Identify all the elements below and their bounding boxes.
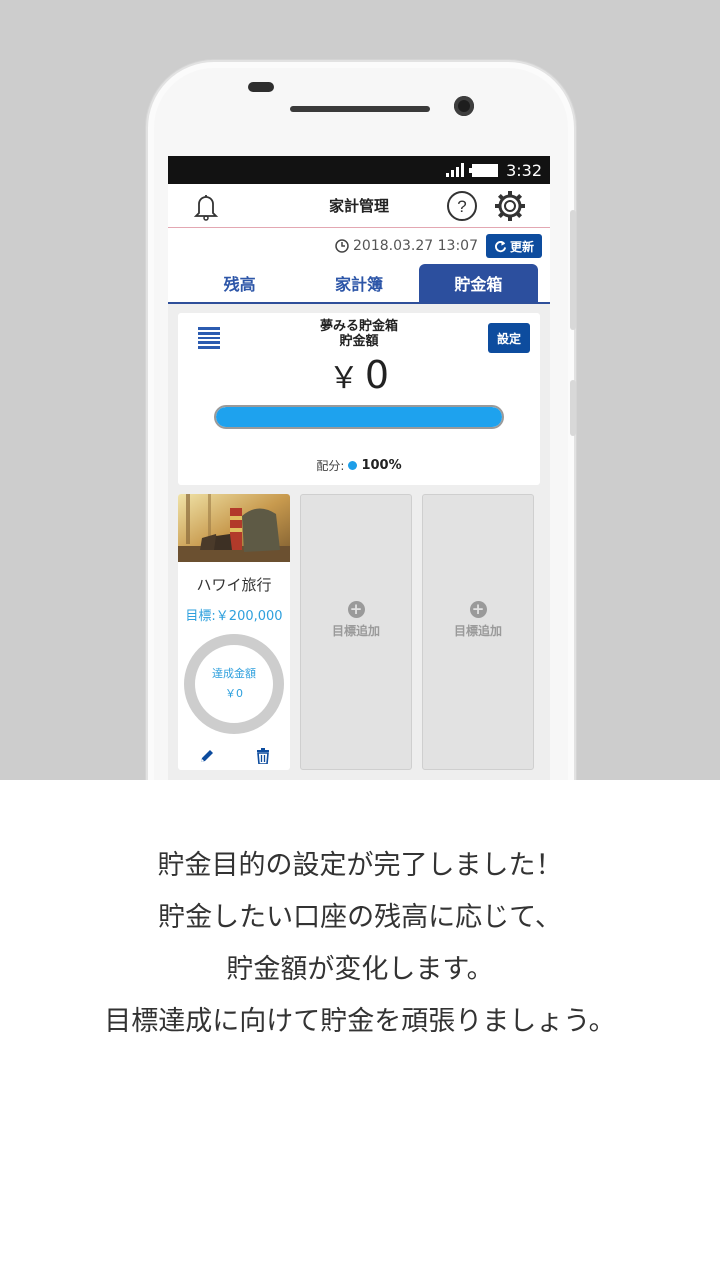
- refresh-icon: [495, 240, 507, 252]
- status-time: 3:32: [506, 160, 542, 180]
- device-backdrop: 3:32 家計管理 ? 2018.03.27 13:07 更新 残高 家計簿 貯…: [0, 0, 720, 780]
- savings-summary-card: 夢みる貯金箱 貯金額 設定 ￥ 0 配分: 100%: [178, 313, 540, 485]
- settings-button[interactable]: 設定: [488, 323, 530, 353]
- tab-bar: 残高 家計簿 貯金箱: [168, 264, 550, 304]
- currency-symbol: ￥: [328, 361, 359, 396]
- achieved-amount: ￥0: [225, 687, 243, 700]
- savings-amount-label: 貯金額: [339, 334, 379, 349]
- distribution-value: 100%: [361, 458, 402, 473]
- proximity-sensor: [248, 82, 274, 92]
- savings-box-title: 夢みる貯金箱: [319, 319, 398, 334]
- goal-target: 目標:￥200,000: [185, 609, 283, 624]
- svg-text:?: ?: [457, 197, 466, 216]
- savings-progress-bar: [214, 405, 504, 429]
- edit-pencil-icon[interactable]: [199, 748, 215, 764]
- goal-photo: [178, 494, 290, 562]
- volume-button: [570, 210, 576, 330]
- caption-line: 目標達成に向けて貯金を頑張りましょう。: [104, 1006, 616, 1037]
- front-camera-icon: [454, 96, 474, 116]
- tutorial-caption: 貯金目的の設定が完了しました！ 貯金したい口座の残高に応じて、 貯金額が変化しま…: [0, 840, 720, 1048]
- help-icon[interactable]: ?: [446, 190, 478, 222]
- goal-title: ハワイ旅行: [196, 576, 272, 594]
- clock-icon: [335, 239, 349, 253]
- add-goal-slot[interactable]: + 目標追加: [422, 494, 534, 770]
- power-button: [570, 380, 576, 436]
- last-updated-time: 2018.03.27 13:07: [353, 238, 478, 254]
- tab-balance[interactable]: 残高: [180, 264, 299, 302]
- refresh-button[interactable]: 更新: [485, 234, 542, 258]
- gear-icon[interactable]: [494, 190, 526, 222]
- add-goal-label: 目標追加: [331, 624, 380, 638]
- app-header: 家計管理 ?: [168, 184, 550, 228]
- distribution-row: 配分: 100%: [178, 457, 540, 474]
- add-goal-slot[interactable]: + 目標追加: [300, 494, 412, 770]
- caption-line: 貯金したい口座の残高に応じて、: [158, 902, 562, 933]
- add-goal-button[interactable]: + 目標追加: [301, 601, 411, 639]
- distribution-label: 配分:: [316, 459, 345, 473]
- distribution-dot-icon: [348, 461, 358, 470]
- trash-icon[interactable]: [256, 748, 270, 764]
- signal-icon: [446, 163, 465, 177]
- goal-list: ハワイ旅行 目標:￥200,000 達成金額 ￥0 + 目標追加 + 目標追加: [178, 494, 540, 770]
- savings-amount-value: 0: [364, 353, 390, 397]
- battery-icon: [469, 163, 499, 177]
- savings-progress-fill: [216, 407, 502, 427]
- savings-box-name: 夢みる貯金箱 貯金額: [178, 319, 540, 349]
- earpiece-speaker: [290, 106, 430, 112]
- achieved-label: 達成金額: [212, 667, 256, 680]
- savings-content: 夢みる貯金箱 貯金額 設定 ￥ 0 配分: 100% ハワイ旅行 目標:￥200…: [168, 304, 550, 780]
- last-updated-row: 2018.03.27 13:07 更新: [168, 228, 550, 264]
- page-title: 家計管理: [328, 197, 389, 215]
- savings-amount: ￥ 0: [178, 353, 540, 397]
- goal-actions: [178, 748, 290, 764]
- add-goal-label: 目標追加: [453, 624, 502, 638]
- tab-savings-box[interactable]: 貯金箱: [418, 264, 538, 302]
- refresh-label: 更新: [509, 239, 534, 254]
- plus-icon: +: [469, 601, 487, 618]
- app-screen: 3:32 家計管理 ? 2018.03.27 13:07 更新 残高 家計簿 貯…: [168, 156, 550, 780]
- goal-card[interactable]: ハワイ旅行 目標:￥200,000 達成金額 ￥0: [178, 494, 290, 770]
- goal-progress-ring: 達成金額 ￥0: [184, 634, 284, 734]
- add-goal-button[interactable]: + 目標追加: [423, 601, 533, 639]
- plus-icon: +: [347, 601, 365, 618]
- caption-line: 貯金額が変化します。: [226, 954, 494, 985]
- caption-line: 貯金目的の設定が完了しました！: [157, 850, 563, 881]
- status-bar: 3:32: [168, 156, 550, 184]
- tab-household-book[interactable]: 家計簿: [299, 264, 418, 302]
